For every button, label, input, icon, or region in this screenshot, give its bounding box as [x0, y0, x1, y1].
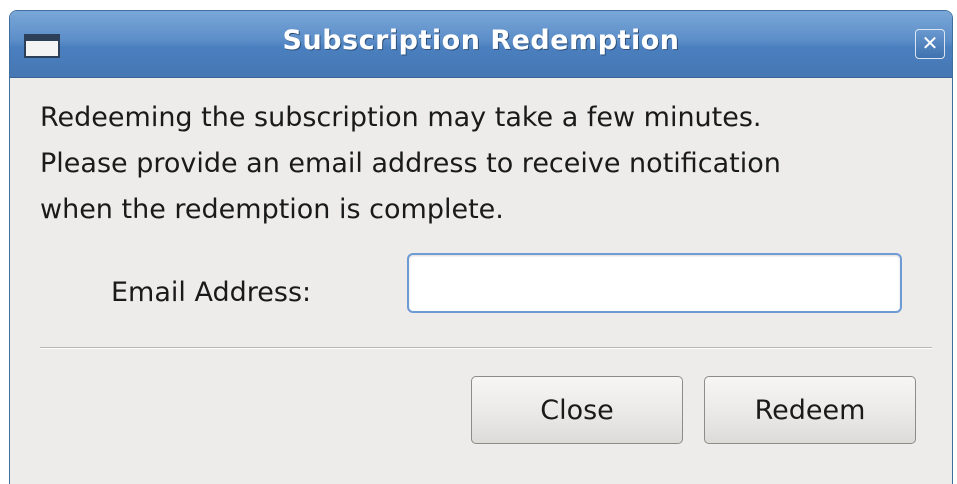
close-icon[interactable]: ✕ [915, 29, 945, 59]
email-field[interactable] [407, 253, 902, 313]
email-label: Email Address: [111, 277, 312, 308]
instruction-message: Redeeming the subscription may take a fe… [40, 102, 781, 225]
window-title: Subscription Redemption [282, 25, 680, 56]
redeem-button[interactable]: Redeem [704, 376, 916, 444]
subscription-redemption-dialog: Subscription Redemption ✕ Redeeming the … [9, 10, 953, 484]
title-bar[interactable]: Subscription Redemption ✕ [10, 11, 952, 78]
close-button[interactable]: Close [471, 376, 683, 444]
separator [40, 347, 932, 349]
